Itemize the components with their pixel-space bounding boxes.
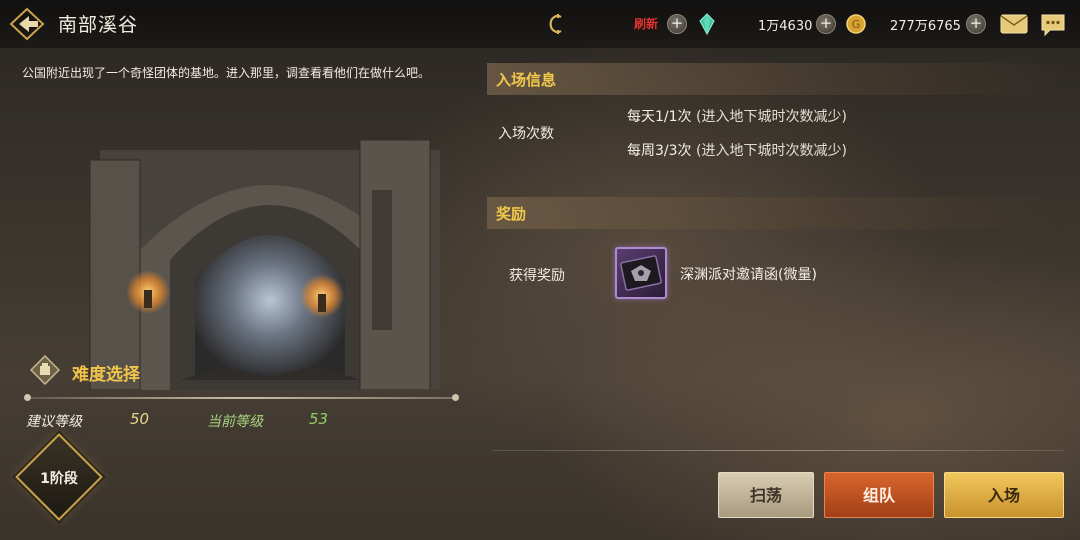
invitation-item-icon [620, 255, 662, 291]
reward-item-name: 深渊派对邀请函(微量) [680, 267, 817, 283]
dungeon-description: 公国附近出现了一个奇怪团体的基地。进入那里，调查看看他们在做什么吧。 [22, 66, 431, 80]
svg-text:G: G [852, 18, 861, 31]
entry-info-title: 入场信息 [496, 71, 557, 89]
back-arrow-icon [9, 7, 45, 41]
entry-info-header [487, 63, 1063, 95]
stage-label[interactable]: 1阶段 [28, 468, 90, 488]
divider-dot-right [452, 394, 459, 401]
gem-icon [699, 13, 715, 35]
weekly-count: 每周3/3次 [627, 143, 692, 159]
enter-button[interactable]: 入场 [944, 472, 1064, 518]
rewards-title: 奖励 [496, 205, 527, 223]
divider-dot-left [24, 394, 31, 401]
current-level-value: 53 [309, 410, 329, 428]
spinner-icon [549, 14, 562, 34]
difficulty-title: 难度选择 [72, 365, 140, 385]
refresh-label: 刷新 [634, 17, 659, 31]
daily-entry-count: 每天1/1次 (进入地下城时次数减少) [627, 106, 847, 126]
currency-2-plus-button[interactable]: + [966, 14, 986, 34]
weekly-entry-count: 每周3/3次 (进入地下城时次数减少) [627, 140, 847, 160]
dungeon-gate-illustration [89, 139, 440, 390]
current-level-label: 当前等级 [207, 414, 263, 430]
entry-count-label: 入场次数 [498, 126, 554, 142]
sweep-button[interactable]: 扫荡 [718, 472, 814, 518]
refresh-plus-button[interactable]: + [667, 14, 687, 34]
chat-icon[interactable] [1040, 13, 1066, 37]
weekly-note: (进入地下城时次数减少) [695, 143, 847, 159]
reward-item-slot[interactable] [615, 247, 667, 299]
currency-1-plus-button[interactable]: + [816, 14, 836, 34]
currency-2-amount: 277万6765 [890, 19, 961, 34]
daily-count: 每天1/1次 [627, 109, 692, 125]
page-title: 南部溪谷 [58, 14, 139, 36]
back-button[interactable] [6, 6, 48, 42]
recommended-level-label: 建议等级 [26, 414, 82, 430]
recommended-level-value: 50 [130, 410, 150, 428]
mail-icon[interactable] [1000, 14, 1028, 34]
rewards-label: 获得奖励 [509, 268, 565, 284]
rewards-header [487, 197, 1063, 229]
difficulty-divider [24, 397, 456, 399]
bottom-divider [492, 450, 1064, 451]
coin-icon: G [846, 14, 866, 34]
currency-1-amount: 1万4630 [758, 19, 813, 34]
difficulty-emblem-icon [30, 355, 60, 385]
team-button[interactable]: 组队 [824, 472, 934, 518]
daily-note: (进入地下城时次数减少) [695, 109, 847, 125]
